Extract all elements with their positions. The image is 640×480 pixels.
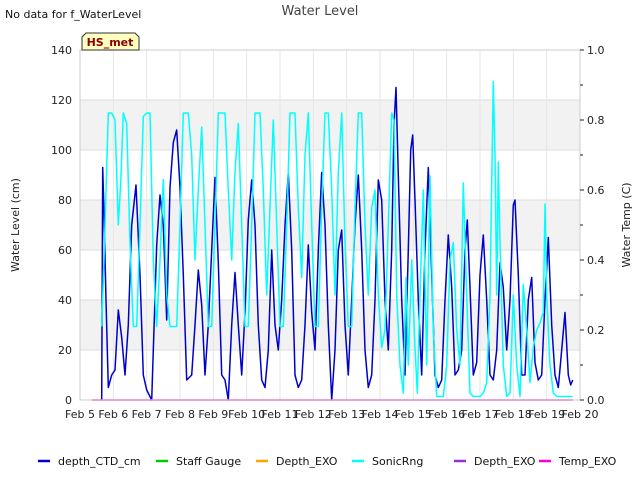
legend-item: Depth_EXO [454, 455, 536, 468]
water-level-chart: No data for f_WaterLevel Water Level 0 20… [5, 4, 633, 468]
y-tick-label-left: 20 [58, 344, 72, 357]
x-tick-label: Feb 14 [362, 408, 399, 421]
y-tick-label-left: 80 [58, 194, 72, 207]
x-axis: Feb 5 Feb 6 Feb 7 Feb 8 Feb 9 Feb 10Feb 11Feb… [65, 408, 598, 421]
legend-item: SonicRng [352, 455, 423, 468]
x-tick-label: Feb 17 [462, 408, 499, 421]
y-axis-left: 0 20 40 60 80 100 120 140 [51, 44, 72, 407]
legend-label: depth_CTD_cm [58, 455, 141, 468]
y-axis-label-right: Water Temp (C) [620, 182, 633, 267]
y-tick-label-left: 0 [65, 394, 72, 407]
x-tick-label: Feb 9 [198, 408, 228, 421]
y-axis-label-left: Water Level (cm) [9, 178, 22, 272]
x-tick-label: Feb 18 [495, 408, 532, 421]
y-tick-label-right: 0.8 [587, 114, 605, 127]
legend-label: Temp_EXO [558, 455, 617, 468]
status-message: No data for f_WaterLevel [5, 8, 141, 21]
legend-label: Staff Gauge [176, 455, 241, 468]
y-tick-label-left: 100 [51, 144, 72, 157]
legend-item: Temp_EXO [539, 455, 617, 468]
y-tick-label-right: 0.6 [587, 184, 605, 197]
y-tick-label-left: 60 [58, 244, 72, 257]
chart-title: Water Level [282, 4, 359, 19]
y-tick-label-left: 140 [51, 44, 72, 57]
hs-met-annotation: HS_met [81, 32, 140, 51]
legend-item: Depth_EXO [256, 455, 338, 468]
y-tick-label-right: 0.0 [587, 394, 605, 407]
x-tick-label: Feb 11 [262, 408, 299, 421]
y-tick-label-right: 1.0 [587, 44, 605, 57]
legend-label: Depth_EXO [474, 455, 536, 468]
y-tick-label-left: 40 [58, 294, 72, 307]
x-tick-label: Feb 7 [132, 408, 162, 421]
grid-band [80, 200, 580, 250]
x-tick-label: Feb 5 [65, 408, 95, 421]
y-tick-label-right: 0.2 [587, 324, 605, 337]
x-tick-label: Feb 13 [328, 408, 365, 421]
x-tick-label: Feb 8 [165, 408, 195, 421]
y-tick-label-right: 0.4 [587, 254, 605, 267]
x-tick-label: Feb 19 [528, 408, 565, 421]
x-tick-label: Feb 12 [295, 408, 332, 421]
legend-label: Depth_EXO [276, 455, 338, 468]
x-tick-label: Feb 16 [428, 408, 465, 421]
legend-item: Staff Gauge [156, 455, 241, 468]
x-tick-label: Feb 10 [228, 408, 265, 421]
annotation-label: HS_met [87, 36, 134, 49]
x-tick-label: Feb 20 [562, 408, 599, 421]
y-axis-right: 0.0 0.2 0.4 0.6 0.8 1.0 [580, 44, 605, 407]
legend: depth_CTD_cm Staff Gauge Depth_EXO SonicRng… [38, 455, 617, 468]
legend-item: depth_CTD_cm [38, 455, 141, 468]
x-tick-label: Feb 6 [98, 408, 128, 421]
legend-label: SonicRng [372, 455, 423, 468]
y-tick-label-left: 120 [51, 94, 72, 107]
x-tick-label: Feb 15 [395, 408, 432, 421]
